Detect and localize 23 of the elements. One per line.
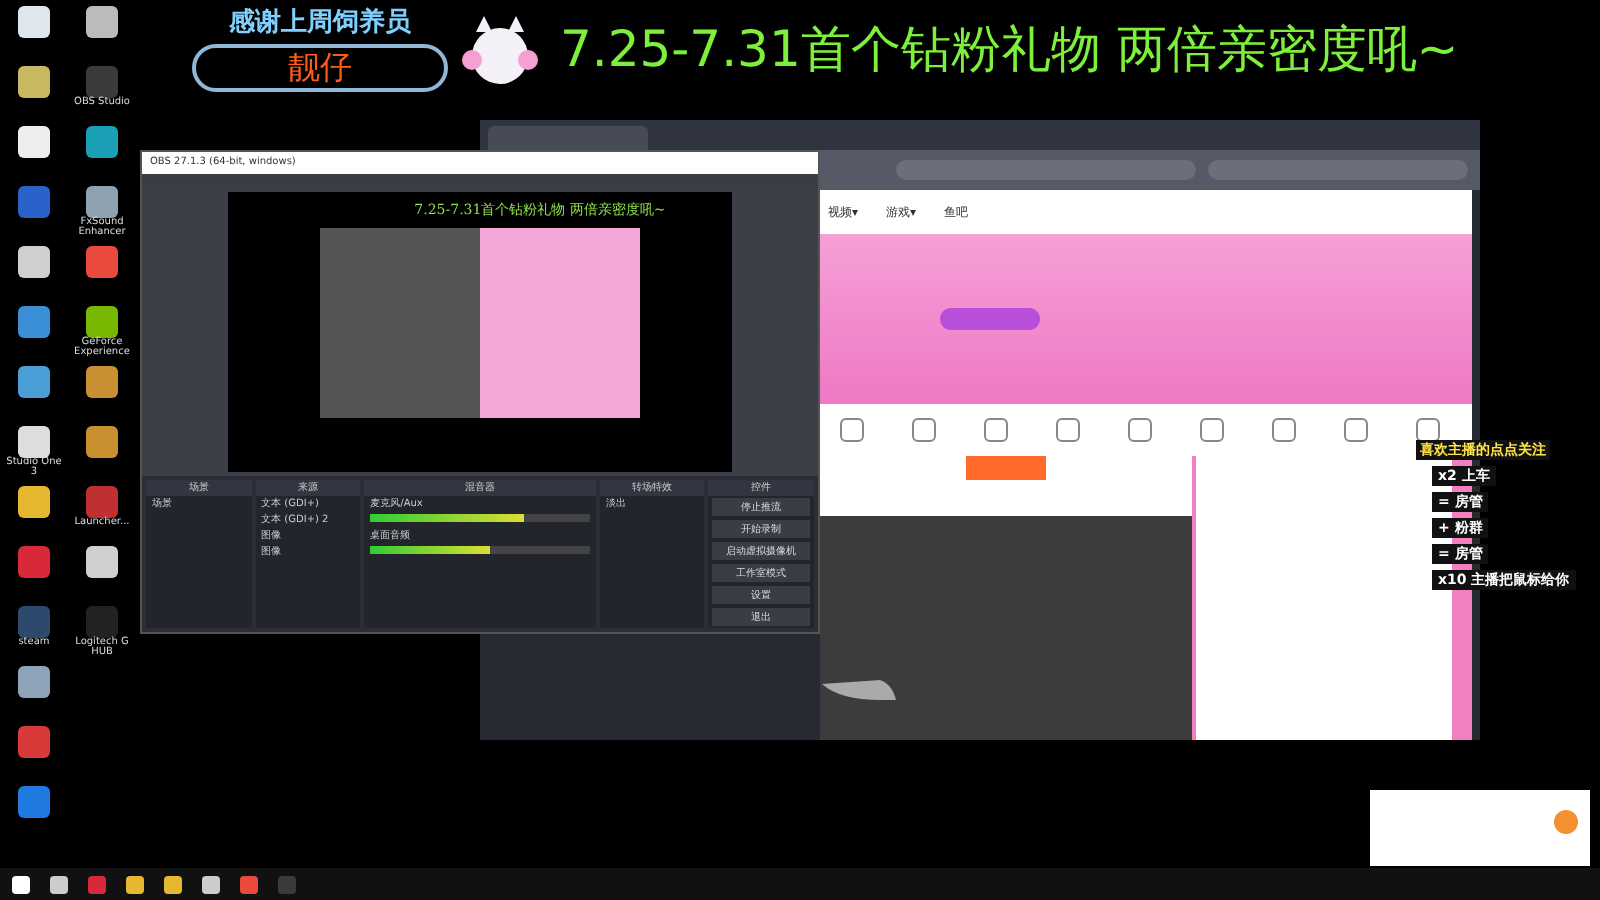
app-icon[interactable]	[18, 426, 50, 458]
taskbar-icon[interactable]	[12, 875, 30, 893]
taskbar-icon[interactable]	[164, 875, 182, 893]
name-plate: 靓仔	[192, 44, 448, 92]
app-icon[interactable]	[18, 66, 50, 98]
bell-icon	[1554, 810, 1578, 834]
app-icon[interactable]	[18, 126, 50, 158]
app-icon[interactable]	[86, 366, 118, 398]
event-headline: 7.25-7.31首个钻粉礼物 两倍亲密度吼~	[560, 17, 1459, 81]
app-icon[interactable]	[18, 6, 50, 38]
app-icon[interactable]	[18, 366, 50, 398]
app-icon[interactable]	[18, 486, 50, 518]
taskbar-icon[interactable]	[202, 875, 220, 893]
taskbar-icon[interactable]	[50, 875, 68, 893]
app-icon[interactable]	[86, 546, 118, 578]
app-icon[interactable]	[18, 246, 50, 278]
app-icon[interactable]	[86, 186, 118, 218]
thanks-caption: 感谢上周饲养员	[229, 5, 411, 40]
app-icon[interactable]	[18, 666, 50, 698]
app-icon[interactable]	[86, 426, 118, 458]
app-icon[interactable]	[86, 6, 118, 38]
app-icon[interactable]	[86, 126, 118, 158]
taskbar-icon[interactable]	[126, 875, 144, 893]
